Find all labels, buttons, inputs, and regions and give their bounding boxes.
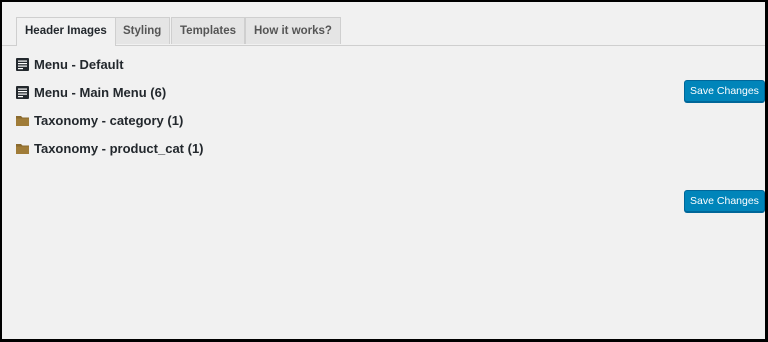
settings-panel: Header Images Styling Templates How it w… — [2, 2, 765, 339]
menu-default-item[interactable]: Menu - Default — [16, 55, 124, 73]
taxonomy-category-item[interactable]: Taxonomy - category (1) — [16, 111, 183, 129]
tab-label: Styling — [123, 25, 162, 37]
item-label: Menu - Main Menu (6) — [34, 84, 167, 100]
menu-icon — [16, 57, 29, 71]
menu-main-menu-item[interactable]: Menu - Main Menu (6) — [16, 83, 166, 101]
tab-label: Header Images — [25, 25, 107, 37]
tab-label: Templates — [180, 25, 237, 37]
tab-bar: Header Images Styling Templates How it w… — [2, 2, 765, 46]
item-label: Taxonomy - category (1) — [34, 112, 184, 128]
menu-icon — [16, 85, 29, 99]
save-changes-button-bottom[interactable]: Save Changes — [684, 190, 765, 212]
tab-label: How it works? — [254, 25, 332, 37]
tab-header-images[interactable]: Header Images — [16, 17, 116, 46]
save-changes-button-top[interactable]: Save Changes — [684, 80, 765, 102]
item-label: Menu - Default — [34, 56, 124, 72]
item-label: Taxonomy - product_cat (1) — [34, 140, 204, 156]
tab-templates[interactable]: Templates — [171, 17, 246, 44]
folder-icon — [16, 143, 29, 154]
taxonomy-product-cat-item[interactable]: Taxonomy - product_cat (1) — [16, 139, 204, 157]
tab-styling[interactable]: Styling — [114, 17, 171, 44]
folder-icon — [16, 115, 29, 126]
tab-how-it-works[interactable]: How it works? — [245, 17, 341, 44]
